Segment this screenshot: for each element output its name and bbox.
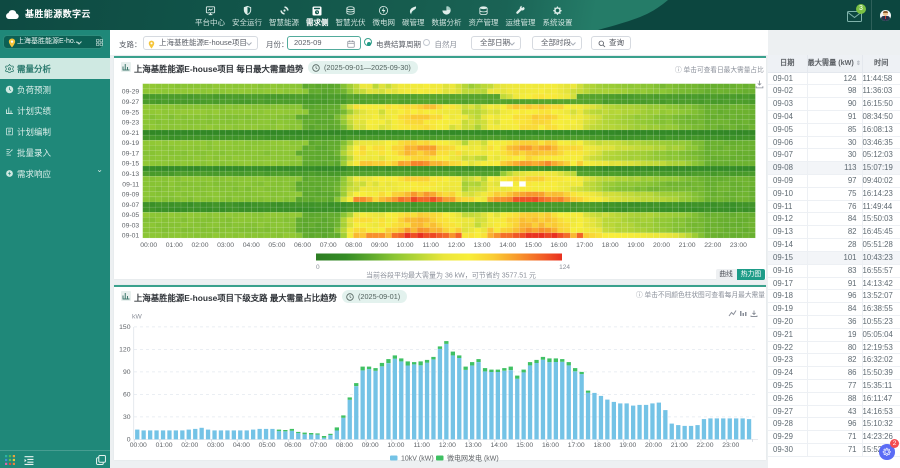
svg-text:03:00: 03:00 <box>207 442 224 449</box>
svg-text:17:00: 17:00 <box>568 442 585 449</box>
svg-text:微电网发电 (kW): 微电网发电 (kW) <box>447 454 499 463</box>
svg-text:22:00: 22:00 <box>696 442 713 449</box>
svg-text:04:00: 04:00 <box>233 442 250 449</box>
svg-text:60: 60 <box>123 392 131 399</box>
svg-text:12:00: 12:00 <box>439 442 456 449</box>
svg-text:30: 30 <box>123 414 131 421</box>
svg-text:02:00: 02:00 <box>181 442 198 449</box>
svg-text:13:00: 13:00 <box>465 442 482 449</box>
svg-text:23:00: 23:00 <box>722 442 739 449</box>
svg-text:01:00: 01:00 <box>156 442 173 449</box>
svg-text:18:00: 18:00 <box>593 442 610 449</box>
svg-text:19:00: 19:00 <box>619 442 636 449</box>
svg-text:06:00: 06:00 <box>284 442 301 449</box>
svg-text:90: 90 <box>123 369 131 376</box>
svg-text:07:00: 07:00 <box>310 442 327 449</box>
svg-text:150: 150 <box>119 324 131 331</box>
svg-text:16:00: 16:00 <box>542 442 559 449</box>
svg-text:11:00: 11:00 <box>413 442 430 449</box>
svg-text:10:00: 10:00 <box>387 442 404 449</box>
svg-text:20:00: 20:00 <box>645 442 662 449</box>
svg-text:05:00: 05:00 <box>259 442 276 449</box>
svg-text:14:00: 14:00 <box>490 442 507 449</box>
svg-text:120: 120 <box>119 347 131 354</box>
svg-text:09:00: 09:00 <box>362 442 379 449</box>
svg-text:21:00: 21:00 <box>671 442 688 449</box>
svg-text:10kV (kW): 10kV (kW) <box>401 456 434 463</box>
svg-text:08:00: 08:00 <box>336 442 353 449</box>
svg-text:kW: kW <box>132 314 142 321</box>
svg-text:15:00: 15:00 <box>516 442 533 449</box>
svg-text:00:00: 00:00 <box>130 442 147 449</box>
